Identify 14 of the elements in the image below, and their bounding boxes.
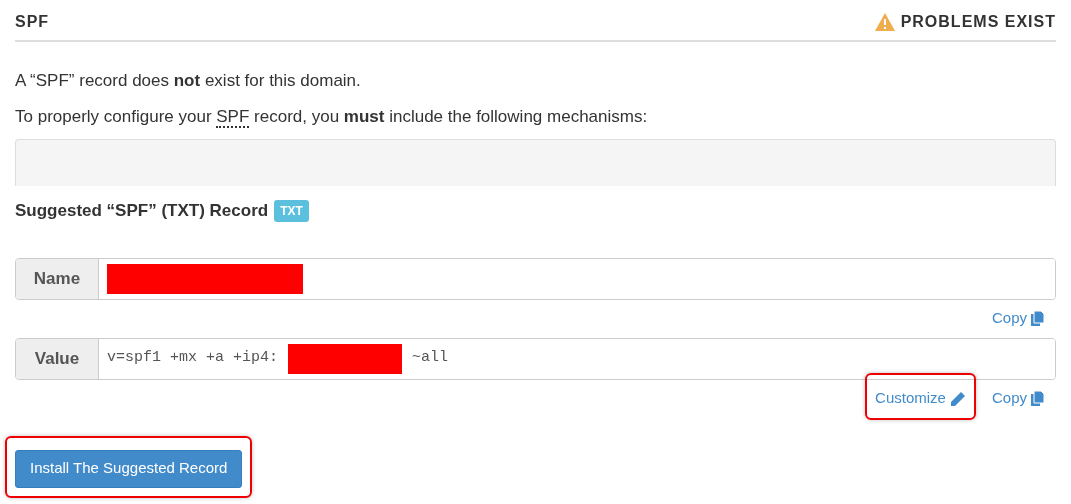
status-text: PROBLEMS EXIST: [900, 12, 1056, 32]
copy-icon: [1031, 311, 1044, 326]
warning-icon: [874, 13, 895, 31]
copy-link[interactable]: Copy: [991, 387, 1044, 410]
install-button[interactable]: Install The Suggested Record: [15, 449, 243, 488]
section-title: SPF: [15, 12, 50, 32]
copy-link[interactable]: Copy: [991, 307, 1044, 330]
paragraph: A “SPF” record does not exist for this domain.: [15, 70, 362, 92]
paragraph: To properly configure your SPF record, you must include the following mechanisms:: [15, 105, 649, 129]
section-heading: Suggested “SPF” (TXT) Record: [15, 200, 269, 222]
copy-icon: [1031, 391, 1044, 406]
customize-link[interactable]: Customize: [875, 387, 966, 410]
pencil-icon: [949, 390, 966, 407]
txt-badge: TXT: [274, 199, 309, 222]
